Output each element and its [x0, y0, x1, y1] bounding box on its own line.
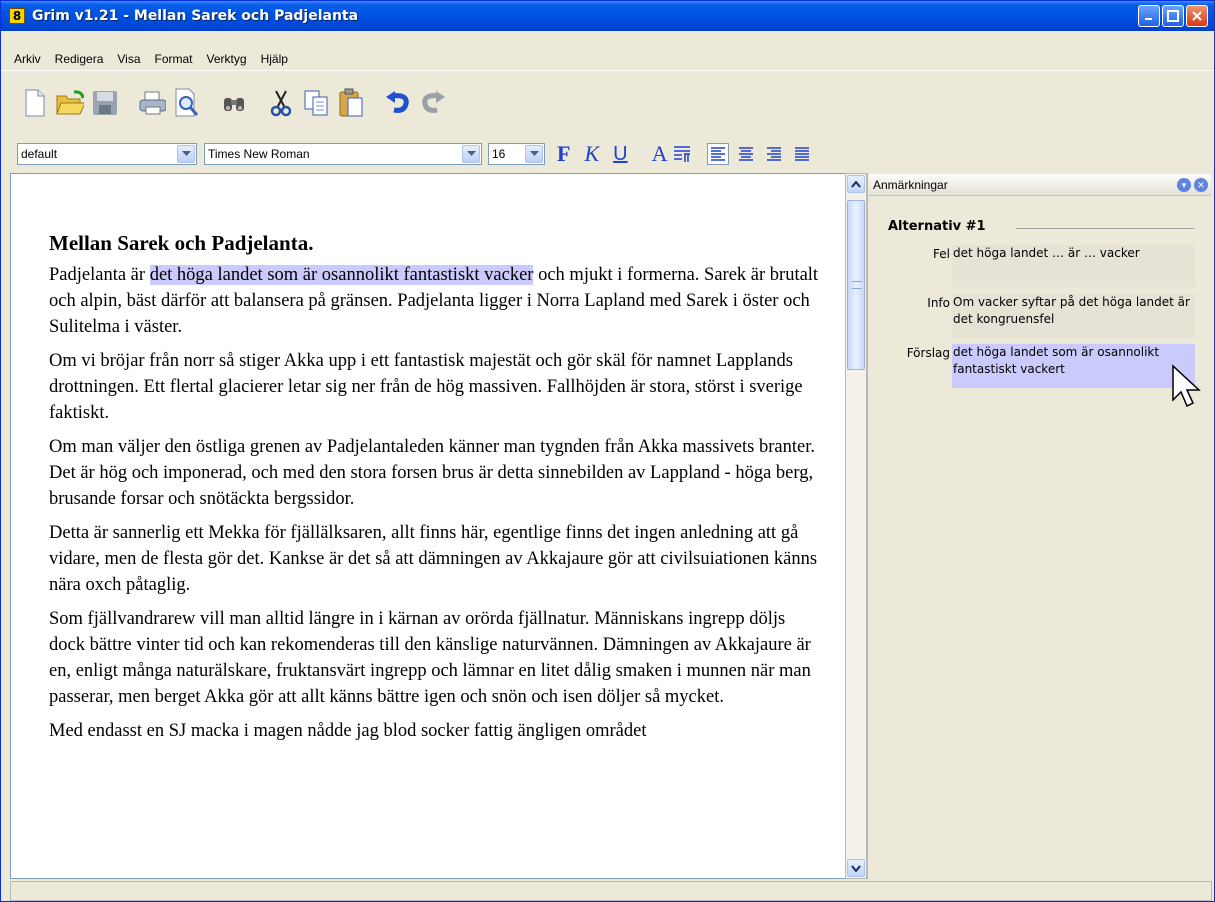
panel-title: Anmärkningar [873, 177, 948, 192]
paragraph-2[interactable]: Om vi bröjar från norr så stiger Akka up… [49, 348, 819, 426]
bold-button[interactable]: F [557, 143, 570, 165]
undo-button[interactable] [384, 89, 412, 117]
paragraph-button[interactable] [671, 143, 693, 165]
redo-button[interactable] [419, 89, 447, 117]
close-panel-icon[interactable]: ✕ [1194, 178, 1208, 192]
print-button[interactable] [138, 89, 166, 117]
italic-button[interactable]: K [584, 143, 599, 165]
paste-icon [339, 88, 363, 117]
info-value: Om vacker syftar på det höga landet är d… [952, 294, 1195, 338]
size-select-value: 16 [492, 147, 506, 161]
forslag-suggestion[interactable]: det höga landet som är osannolikt fantas… [952, 344, 1195, 388]
print-icon [139, 91, 166, 115]
minimize-icon [1145, 18, 1152, 20]
paragraph-4[interactable]: Detta är sannerlig ett Mekka för fjälläl… [49, 520, 819, 598]
style-select[interactable]: default [17, 143, 197, 165]
menu-verktyg[interactable]: Verktyg [200, 52, 254, 66]
editor-scrollbar[interactable] [845, 173, 867, 879]
menu-visa[interactable]: Visa [110, 52, 147, 66]
chevron-up-icon [851, 180, 861, 188]
maximize-button[interactable] [1162, 5, 1184, 27]
redo-icon [422, 91, 445, 113]
alternative-title: Alternativ #1 [888, 219, 986, 234]
menu-arkiv[interactable]: Arkiv [7, 52, 48, 66]
underline-button[interactable]: U [613, 143, 627, 165]
app-window: 8 Grim v1.21 - Mellan Sarek och Padjelan… [0, 0, 1215, 902]
close-button[interactable] [1186, 5, 1208, 27]
main-toolbar [1, 83, 1214, 123]
open-button[interactable] [56, 89, 84, 117]
align-justify-button[interactable] [791, 143, 813, 165]
cut-icon [270, 90, 292, 117]
paragraph-icon [674, 146, 691, 162]
align-center-button[interactable] [735, 143, 757, 165]
status-bar [10, 881, 1212, 901]
font-select[interactable]: Times New Roman [204, 143, 482, 165]
scroll-thumb[interactable] [847, 200, 865, 370]
minimize-button[interactable] [1138, 5, 1160, 27]
fel-label: Fel [933, 247, 950, 261]
menu-format[interactable]: Format [148, 52, 200, 66]
style-select-value: default [21, 147, 58, 161]
align-right-button[interactable] [763, 143, 785, 165]
align-left-icon [711, 147, 726, 161]
new-document-icon [25, 89, 45, 117]
chevron-down-icon[interactable] [177, 145, 195, 163]
align-right-icon [767, 147, 782, 161]
menu-bar: Arkiv Redigera Visa Format Verktyg Hjälp [1, 47, 295, 71]
info-label: Info [927, 296, 950, 310]
font-select-value: Times New Roman [208, 147, 310, 161]
save-button[interactable] [91, 89, 119, 117]
scroll-down-button[interactable] [847, 859, 865, 877]
forslag-label: Förslag [906, 346, 950, 360]
save-icon [93, 91, 117, 115]
copy-button[interactable] [302, 89, 330, 117]
maximize-icon [1167, 10, 1179, 22]
format-toolbar: default Times New Roman 16 F K U A [1, 141, 1214, 167]
chevron-down-icon[interactable] [525, 145, 543, 163]
flagged-text[interactable]: det höga landet som är osannolikt fantas… [149, 265, 534, 285]
menu-hjalp[interactable]: Hjälp [254, 52, 295, 66]
align-center-icon [739, 147, 754, 161]
open-folder-icon [56, 90, 84, 115]
find-button[interactable] [220, 89, 248, 117]
paragraph-1[interactable]: Padjelanta är det höga landet som är osa… [49, 262, 819, 340]
undo-icon [386, 91, 409, 113]
align-justify-icon [795, 147, 810, 161]
paragraph-6[interactable]: Med endasst en SJ macka i magen nådde ja… [49, 718, 819, 744]
text-color-button[interactable]: A [652, 143, 668, 165]
chevron-down-icon[interactable] [462, 145, 480, 163]
mouse-cursor-icon [1172, 364, 1201, 408]
print-preview-button[interactable] [173, 88, 201, 117]
divider [1016, 228, 1194, 229]
panel-header: Anmärkningar ▾ ✕ [869, 174, 1211, 196]
paragraph-3[interactable]: Om man väljer den östliga grenen av Padj… [49, 434, 819, 512]
find-icon [224, 98, 244, 111]
menu-redigera[interactable]: Redigera [48, 52, 111, 66]
paste-button[interactable] [337, 88, 365, 117]
chevron-down-icon [851, 864, 861, 872]
annotations-panel: Anmärkningar ▾ ✕ Alternativ #1 Fel det h… [867, 173, 1212, 879]
app-icon: 8 [9, 8, 25, 24]
window-title: Grim v1.21 - Mellan Sarek och Padjelanta [32, 8, 359, 24]
title-bar[interactable]: 8 Grim v1.21 - Mellan Sarek och Padjelan… [1, 1, 1214, 31]
copy-icon [304, 90, 328, 116]
size-select[interactable]: 16 [488, 143, 545, 165]
scroll-up-button[interactable] [847, 175, 865, 193]
close-icon [1192, 11, 1202, 21]
document-body[interactable]: Mellan Sarek och Padjelanta. Padjelanta … [49, 230, 819, 752]
cut-button[interactable] [267, 89, 295, 117]
collapse-icon[interactable]: ▾ [1177, 178, 1191, 192]
document-heading[interactable]: Mellan Sarek och Padjelanta. [49, 230, 819, 256]
align-left-button[interactable] [707, 143, 730, 165]
print-preview-icon [175, 88, 199, 117]
fel-value: det höga landet … är … vacker [952, 245, 1195, 287]
new-document-button[interactable] [21, 89, 49, 117]
paragraph-5[interactable]: Som fjällvandrarew vill man alltid längr… [49, 606, 819, 710]
document-editor[interactable]: Mellan Sarek och Padjelanta. Padjelanta … [10, 173, 845, 879]
